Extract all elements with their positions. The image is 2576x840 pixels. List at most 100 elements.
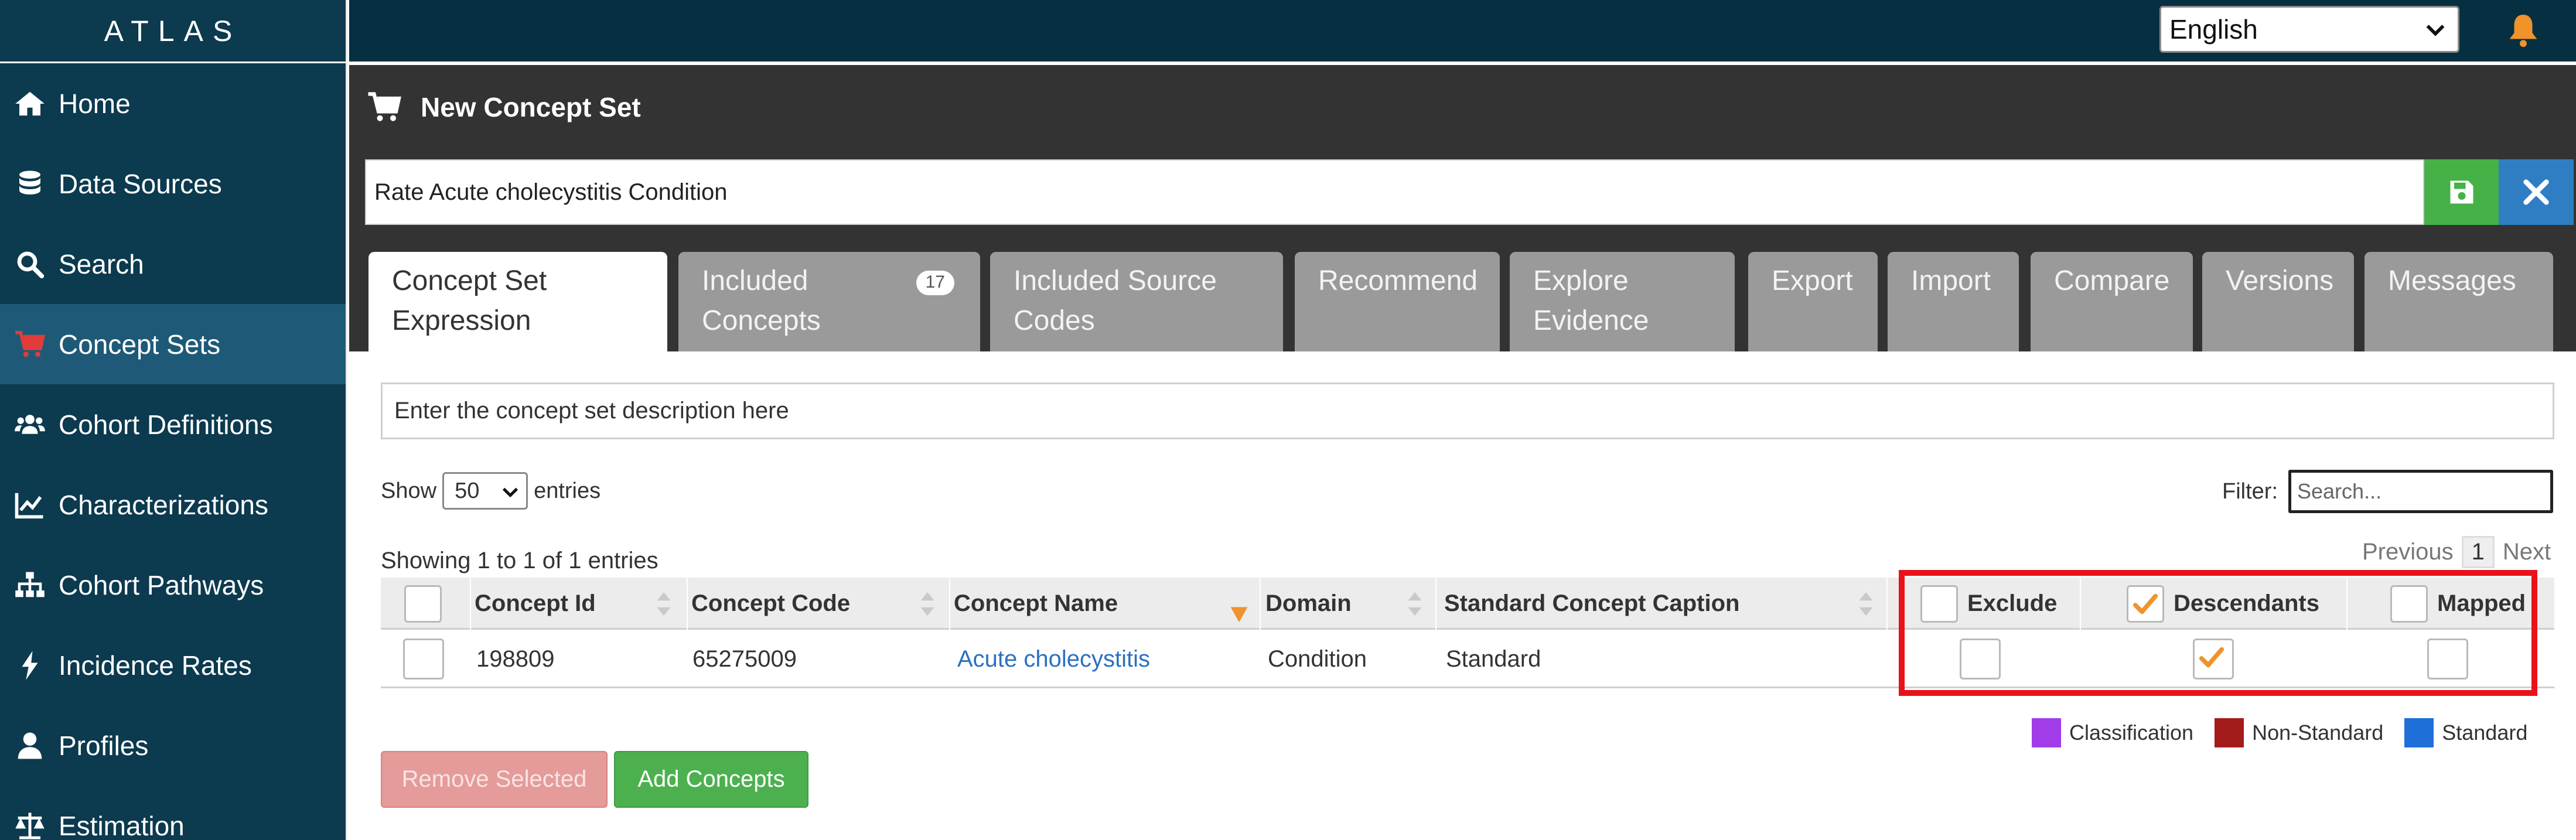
- sidebar: ATLAS Home Data Sources Search Concept S…: [0, 0, 347, 840]
- column-divider: [470, 578, 471, 630]
- tab-export[interactable]: Export: [1748, 252, 1878, 351]
- column-header-concept-name[interactable]: Concept Name: [954, 578, 1118, 630]
- column-header-concept-code[interactable]: Concept Code: [691, 578, 850, 630]
- tab-explore-evidence[interactable]: Explore Evidence: [1510, 252, 1735, 351]
- add-concepts-button[interactable]: Add Concepts: [614, 751, 808, 808]
- bolt-icon: [12, 647, 48, 684]
- sidebar-item-home[interactable]: Home: [0, 63, 346, 144]
- select-all-cell: [404, 578, 442, 630]
- column-header-label: Concept Name: [954, 590, 1118, 616]
- user-icon: [12, 728, 48, 764]
- column-header-domain[interactable]: Domain: [1265, 578, 1352, 630]
- tab-label: Versions: [2226, 265, 2334, 296]
- save-icon: [2450, 180, 2473, 204]
- sidebar-item-label: Home: [59, 88, 131, 119]
- remove-selected-button[interactable]: Remove Selected: [381, 751, 608, 808]
- next-page-button[interactable]: Next: [2503, 539, 2551, 565]
- sort-icon: [920, 592, 934, 616]
- sidebar-item-data-sources[interactable]: Data Sources: [0, 144, 346, 224]
- balance-scale-icon: [12, 808, 48, 840]
- tab-label: Compare: [2054, 265, 2170, 296]
- tab-import[interactable]: Import: [1888, 252, 2019, 351]
- sidebar-item-cohort-definitions[interactable]: Cohort Definitions: [0, 384, 346, 465]
- tab-label: Export: [1772, 265, 1853, 296]
- concept-set-name-value: Rate Acute cholecystitis Condition: [374, 179, 728, 205]
- page-title: New Concept Set: [421, 92, 641, 122]
- sort-icon: [657, 592, 671, 616]
- row-select-checkbox[interactable]: [403, 638, 444, 679]
- legend-item-non-standard: Non-Standard: [2215, 718, 2383, 747]
- concept-count-badge: 17: [916, 271, 954, 295]
- tab-label: Explore: [1533, 265, 1629, 296]
- search-icon: [12, 246, 48, 282]
- app-brand: ATLAS: [0, 0, 346, 63]
- entries-length-select[interactable]: 50: [442, 472, 528, 510]
- tab-compare[interactable]: Compare: [2031, 252, 2193, 351]
- legend-label: Non-Standard: [2252, 721, 2384, 745]
- top-bar: English: [349, 0, 2576, 63]
- legend-swatch: [2404, 718, 2434, 747]
- tab-included-concepts[interactable]: Included Concepts 17: [678, 252, 980, 351]
- concept-set-name-input[interactable]: Rate Acute cholecystitis Condition: [365, 159, 2424, 225]
- line-chart-icon: [12, 487, 48, 523]
- column-header-concept-id[interactable]: Concept Id: [475, 578, 596, 630]
- sidebar-item-label: Profiles: [59, 730, 149, 761]
- concept-code-cell: 65275009: [692, 646, 797, 672]
- sidebar-item-label: Cohort Pathways: [59, 569, 264, 600]
- sidebar-item-cohort-pathways[interactable]: Cohort Pathways: [0, 545, 346, 625]
- tab-concept-set-expression[interactable]: Concept Set Expression: [369, 252, 667, 351]
- annotation-highlight-box: [1899, 570, 2537, 696]
- filter-input[interactable]: Search...: [2288, 470, 2553, 513]
- sort-icon: [1859, 592, 1873, 616]
- bell-icon[interactable]: [2505, 12, 2541, 48]
- sort-desc-icon: [1230, 607, 1248, 623]
- sidebar-item-profiles[interactable]: Profiles: [0, 705, 346, 786]
- page-1-button[interactable]: 1: [2461, 536, 2495, 568]
- sidebar-item-label: Search: [59, 248, 144, 279]
- column-header-standard-concept-caption[interactable]: Standard Concept Caption: [1444, 578, 1739, 630]
- tab-included-source-codes[interactable]: Included Source Codes: [990, 252, 1283, 351]
- sidebar-item-label: Data Sources: [59, 168, 222, 199]
- sidebar-item-characterizations[interactable]: Characterizations: [0, 465, 346, 545]
- show-label: Show: [381, 478, 437, 503]
- home-icon: [12, 86, 48, 122]
- language-select[interactable]: English: [2159, 6, 2459, 53]
- tab-versions[interactable]: Versions: [2202, 252, 2354, 351]
- sidebar-item-incidence-rates[interactable]: Incidence Rates: [0, 625, 346, 705]
- legend-label: Standard: [2442, 721, 2528, 745]
- tab-messages[interactable]: Messages: [2365, 252, 2553, 351]
- select-all-checkbox[interactable]: [404, 585, 442, 623]
- column-header-label: Concept Id: [475, 590, 596, 616]
- sidebar-item-label: Characterizations: [59, 489, 268, 520]
- sidebar-item-estimation[interactable]: Estimation: [0, 786, 346, 840]
- chevron-down-icon: [502, 487, 518, 498]
- previous-page-button[interactable]: Previous: [2362, 539, 2454, 565]
- sidebar-item-label: Cohort Definitions: [59, 409, 273, 440]
- tab-label: Codes: [1014, 305, 1095, 336]
- tab-label: Recommend: [1318, 265, 1478, 296]
- sidebar-item-concept-sets[interactable]: Concept Sets: [0, 304, 346, 384]
- tab-label: Concept Set: [392, 265, 547, 296]
- language-select-value: English: [2169, 14, 2258, 45]
- legend-label: Classification: [2069, 721, 2194, 745]
- concept-name-link[interactable]: Acute cholecystitis: [957, 630, 1150, 688]
- column-header-label: Concept Code: [691, 590, 851, 616]
- page-title-row: New Concept Set: [367, 90, 641, 125]
- description-placeholder: Enter the concept set description here: [394, 398, 789, 424]
- close-button[interactable]: [2499, 159, 2574, 225]
- sidebar-item-search[interactable]: Search: [0, 224, 346, 304]
- column-divider: [687, 578, 688, 630]
- column-divider: [949, 578, 950, 630]
- tab-label: Messages: [2388, 265, 2516, 296]
- save-button[interactable]: [2424, 159, 2499, 225]
- cart-icon: [12, 326, 48, 363]
- entries-label: entries: [534, 478, 601, 503]
- tab-recommend[interactable]: Recommend: [1295, 252, 1500, 351]
- column-header-label: Domain: [1265, 590, 1352, 616]
- concept-set-header: New Concept Set Rate Acute cholecystitis…: [349, 65, 2576, 351]
- close-icon: [2523, 179, 2549, 205]
- description-field[interactable]: Enter the concept set description here: [381, 383, 2554, 439]
- legend: Classification Non-Standard Standard: [2032, 718, 2548, 747]
- column-divider: [1886, 578, 1888, 630]
- users-icon: [12, 407, 48, 443]
